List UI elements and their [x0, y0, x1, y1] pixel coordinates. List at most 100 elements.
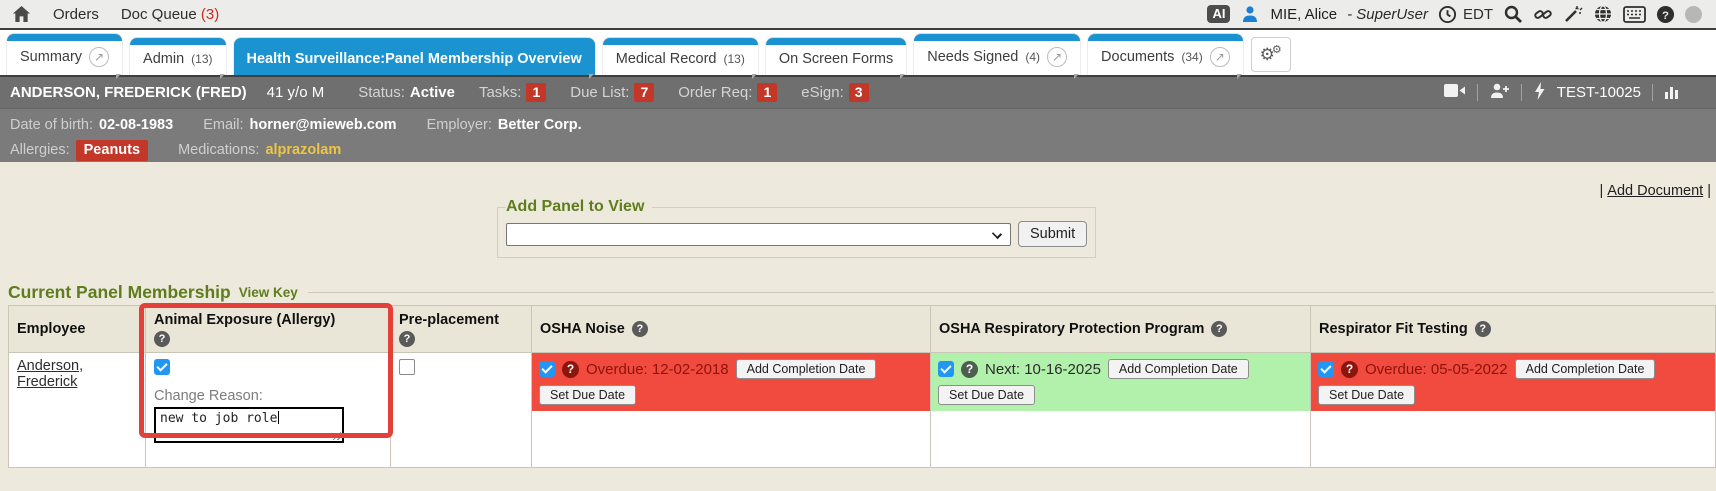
tab-documents[interactable]: Documents (34) — [1088, 34, 1243, 75]
tab-health-surveillance-panel-membership-overview[interactable]: Health Surveillance:Panel Membership Ove… — [234, 38, 595, 75]
osha-respiratory-checkbox[interactable] — [938, 361, 954, 377]
patient-name: ANDERSON, FREDERICK (FRED) — [10, 84, 247, 101]
osha-noise-checkbox[interactable] — [539, 361, 555, 377]
help-icon[interactable] — [1475, 321, 1491, 337]
help-icon[interactable] — [1211, 321, 1227, 337]
tab-needs-signed[interactable]: Needs Signed (4) — [914, 34, 1080, 75]
current-panel-membership-section: Current Panel Membership View Key Employ… — [8, 282, 1716, 468]
status-help-icon[interactable] — [562, 361, 579, 378]
patient-details-line-1: Date of birth: 02-08-1983 Email: horner@… — [10, 113, 1706, 138]
lightning-bolt-icon[interactable] — [1533, 82, 1546, 104]
column-header-animal-exposure: Animal Exposure (Allergy) — [146, 306, 391, 353]
globe-icon[interactable] — [1593, 4, 1613, 24]
column-title: Pre-placement — [399, 312, 523, 328]
help-icon[interactable]: ? — [1656, 5, 1675, 24]
patient-details-panel: Date of birth: 02-08-1983 Email: horner@… — [0, 108, 1716, 162]
dob-label: Date of birth: — [10, 113, 93, 138]
allergy-badge[interactable]: Peanuts — [76, 140, 148, 161]
submit-button[interactable]: Submit — [1018, 221, 1087, 247]
wand-icon[interactable] — [1563, 4, 1583, 24]
divider — [1477, 84, 1478, 101]
user-name[interactable]: MIE, Alice — [1270, 6, 1337, 23]
respirator-fit-checkbox[interactable] — [1318, 361, 1334, 377]
tab-admin[interactable]: Admin (13) — [130, 38, 225, 75]
bar-chart-icon[interactable] — [1664, 83, 1680, 103]
keyboard-icon[interactable] — [1623, 6, 1646, 23]
tab-summary[interactable]: Summary — [7, 34, 122, 75]
set-due-date-button[interactable]: Set Due Date — [1318, 385, 1415, 405]
change-reason-textarea[interactable]: new to job role — [154, 407, 344, 443]
status-date: 05-05-2022 — [1431, 361, 1508, 378]
svg-text:?: ? — [1662, 9, 1669, 21]
status-help-icon[interactable] — [961, 361, 978, 378]
doc-queue-link[interactable]: Doc Queue (3) — [121, 6, 219, 23]
tasks-count-badge[interactable]: 1 — [526, 83, 546, 102]
tab-label: Summary — [20, 49, 82, 65]
add-person-icon[interactable] — [1489, 82, 1510, 103]
section-title: Current Panel Membership — [8, 282, 231, 303]
doc-queue-label: Doc Queue — [121, 6, 197, 23]
column-header-pre-placement: Pre-placement — [391, 306, 532, 353]
divider — [1652, 84, 1653, 101]
search-icon[interactable] — [1503, 4, 1523, 24]
medication-value[interactable]: alprazolam — [265, 138, 341, 163]
change-reason-text: new to job role — [160, 411, 277, 426]
link-icon[interactable] — [1533, 4, 1553, 24]
popout-icon[interactable] — [89, 47, 109, 67]
esign-label: eSign: — [801, 84, 844, 101]
status-help-icon[interactable] — [1341, 361, 1358, 378]
add-completion-date-button[interactable]: Add Completion Date — [1515, 359, 1656, 379]
chart-id: TEST-10025 — [1557, 84, 1641, 101]
status-dot-icon — [1685, 6, 1702, 23]
employee-link[interactable]: Anderson, Frederick — [17, 358, 83, 390]
column-title: Animal Exposure (Allergy) — [154, 312, 382, 328]
dob-value: 02-08-1983 — [99, 113, 173, 138]
status-label: Next: — [985, 361, 1020, 378]
tab-on-screen-forms[interactable]: On Screen Forms — [766, 38, 906, 75]
add-completion-date-button[interactable]: Add Completion Date — [1108, 359, 1249, 379]
tab-label: Documents — [1101, 49, 1174, 65]
panel-select-dropdown[interactable] — [506, 223, 1011, 246]
due-list-label: Due List: — [570, 84, 629, 101]
popout-icon[interactable] — [1210, 47, 1230, 67]
due-list-count-badge[interactable]: 7 — [634, 83, 654, 102]
pre-placement-cell — [391, 353, 532, 468]
set-due-date-button[interactable]: Set Due Date — [938, 385, 1035, 405]
esign-count-badge[interactable]: 3 — [849, 83, 869, 102]
popout-icon[interactable] — [1047, 47, 1067, 67]
add-completion-date-button[interactable]: Add Completion Date — [736, 359, 877, 379]
patient-age-sex: 41 y/o M — [267, 84, 325, 101]
osha-respiratory-status-band: Next: 10-16-2025 Add Completion Date Set… — [931, 353, 1310, 411]
resize-grip[interactable] — [331, 430, 341, 440]
column-title: OSHA Respiratory Protection Program — [939, 321, 1204, 337]
column-title: OSHA Noise — [540, 321, 625, 337]
help-icon[interactable] — [154, 331, 170, 347]
add-panel-to-view-fieldset: Add Panel to View Submit — [497, 198, 1096, 258]
pre-placement-checkbox[interactable] — [399, 359, 415, 375]
user-role: - SuperUser — [1347, 6, 1428, 23]
doc-queue-count: (3) — [201, 6, 219, 23]
tab-settings-gear-button[interactable] — [1251, 37, 1291, 72]
order-req-count-badge[interactable]: 1 — [757, 83, 777, 102]
osha-noise-cell: Overdue: 12-02-2018 Add Completion Date … — [532, 353, 931, 468]
tab-label: Admin — [143, 51, 184, 67]
tab-count: (4) — [1025, 50, 1040, 64]
employer-label: Employer: — [427, 113, 492, 138]
home-icon[interactable] — [12, 5, 31, 23]
clock-icon[interactable] — [1438, 5, 1457, 24]
osha-noise-status-band: Overdue: 12-02-2018 Add Completion Date … — [532, 353, 930, 411]
table-row: Anderson, Frederick Change Reason: new t… — [9, 353, 1716, 468]
add-document-link[interactable]: Add Document — [1607, 183, 1703, 199]
patient-bar-right-group: TEST-10025 — [1444, 82, 1680, 104]
set-due-date-button[interactable]: Set Due Date — [539, 385, 636, 405]
help-icon[interactable] — [632, 321, 648, 337]
tab-medical-record[interactable]: Medical Record (13) — [603, 38, 758, 75]
ai-badge[interactable]: AI — [1207, 5, 1230, 23]
view-key-link[interactable]: View Key — [239, 285, 298, 300]
video-camera-icon[interactable] — [1444, 83, 1466, 102]
animal-exposure-checkbox[interactable] — [154, 359, 170, 375]
help-icon[interactable] — [399, 331, 415, 347]
orders-link[interactable]: Orders — [53, 6, 99, 23]
panel-membership-table: Employee Animal Exposure (Allergy) Pre-p… — [8, 305, 1716, 468]
respirator-fit-cell: Overdue: 05-05-2022 Add Completion Date … — [1311, 353, 1716, 468]
